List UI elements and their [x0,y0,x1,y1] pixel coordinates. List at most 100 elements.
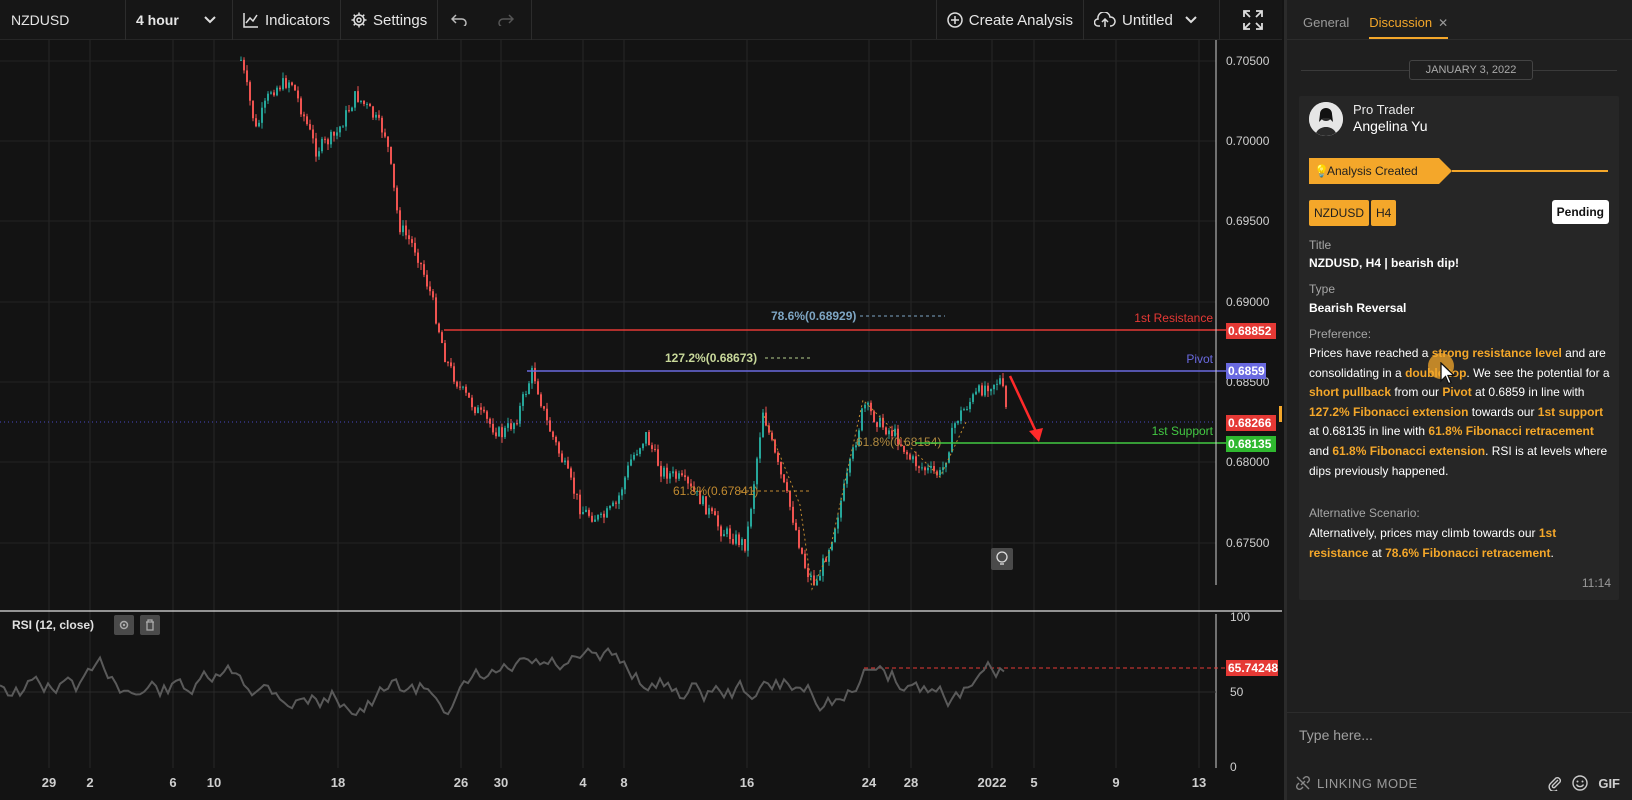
chart-toolbar: NZDUSD 4 hour Indicators Settings Create… [0,0,1282,40]
idea-marker[interactable] [991,548,1013,570]
candle-body [612,502,614,507]
analysis-message-card: Pro Trader Angelina Yu 💡 Analysis Create… [1299,96,1619,600]
candle-body [912,456,914,460]
candle-body [600,513,602,515]
resistance-price: 0.68852 [1228,324,1272,338]
link-off-icon [1295,775,1311,791]
rsi-axis-tick: 0 [1230,760,1237,774]
preference-label: Preference: [1309,327,1372,341]
price-tick: 0.67500 [1226,536,1270,550]
candle-body [642,443,644,449]
gif-button[interactable]: GIF [1598,776,1620,791]
candle-body [834,528,836,542]
date-tick: 28 [904,775,918,790]
rsi-settings-button[interactable] [114,615,135,635]
candle-body [792,506,794,523]
side-panel: General Discussion ✕ JANUARY 3, 2022 Pro … [1284,0,1632,800]
candle-body [408,235,410,240]
interval-selector[interactable]: 4 hour [126,0,233,40]
candle-body [351,107,353,112]
candle-body [924,467,926,471]
close-icon[interactable]: ✕ [1438,16,1448,30]
candle-body [630,459,632,466]
candle-body [306,116,308,125]
candle-body [294,84,296,91]
candle-body [609,506,611,509]
fullscreen-icon [1243,10,1263,30]
candle-body [255,118,257,127]
current-price: 0.68266 [1228,416,1272,430]
tab-general[interactable]: General [1303,15,1349,39]
candle-body [981,385,983,396]
candle-body [402,225,404,233]
date-tick: 16 [740,775,754,790]
candle-body [585,509,587,512]
rsi-axis-tick: 50 [1230,685,1244,699]
author-name[interactable]: Angelina Yu [1353,118,1427,134]
candle-body [453,366,455,382]
trash-icon [146,619,155,631]
undo-button[interactable] [438,0,486,40]
candle-body [405,225,407,236]
candle-body [258,122,260,127]
timeframe-tag[interactable]: H4 [1371,200,1397,226]
avatar[interactable] [1309,102,1343,136]
symbol-selector[interactable]: NZDUSD [0,0,126,40]
candle-body [678,473,680,479]
candle-body [462,386,464,388]
layout-menu[interactable]: Untitled [1084,0,1220,40]
candle-body [483,409,485,412]
candle-body [717,515,719,527]
status-badge: Pending [1551,200,1609,224]
candle-body [336,132,338,136]
candle-body [999,378,1001,384]
panel-resize-handle[interactable] [1279,406,1282,422]
price-chart[interactable]: 78.6%(0.68929) 127.2%(0.68673) 61.8%(0.6… [0,40,1282,800]
candle-body [561,453,563,463]
rsi-delete-button[interactable] [140,615,161,635]
emoji-icon[interactable] [1572,775,1589,791]
linking-mode-toggle[interactable]: LINKING MODE [1295,775,1418,791]
candle-body [972,394,974,402]
symbol-tag[interactable]: NZDUSD [1309,200,1369,226]
settings-button[interactable]: Settings [341,0,439,40]
candle-body [513,423,515,430]
pivot-label: Pivot [1186,352,1213,366]
candle-body [333,131,335,136]
interval-label: 4 hour [136,12,179,28]
candle-body [519,405,521,424]
candle-body [291,82,293,85]
candle-body [510,423,512,430]
support-label: 1st Support [1152,424,1214,438]
candle-body [492,423,494,433]
candle-body [720,526,722,537]
candle-body [381,117,383,133]
tab-discussion-label: Discussion [1369,15,1433,30]
candle-body [906,451,908,455]
create-analysis-button[interactable]: Create Analysis [937,0,1084,40]
date-tick: 10 [207,775,221,790]
candle-body [384,132,386,137]
candle-body [267,93,269,101]
candle-body [489,418,491,424]
fullscreen-button[interactable] [1230,0,1282,40]
candle-body [714,511,716,516]
candle-body [324,138,326,140]
candle-body [915,456,917,467]
candle-body [852,447,854,459]
redo-button[interactable] [486,0,533,40]
candle-body [735,534,737,544]
message-input[interactable] [1287,713,1632,757]
candle-body [789,490,791,507]
candle-body [534,367,536,382]
tab-discussion[interactable]: Discussion ✕ [1369,15,1449,39]
indicators-button[interactable]: Indicators [233,0,342,40]
candle-body [672,471,674,474]
paperclip-icon[interactable] [1548,775,1562,791]
candle-body [993,384,995,390]
candle-body [465,386,467,393]
candle-body [723,534,725,537]
candle-body [261,107,263,123]
linking-mode-label: LINKING MODE [1317,775,1418,791]
candle-body [705,496,707,515]
